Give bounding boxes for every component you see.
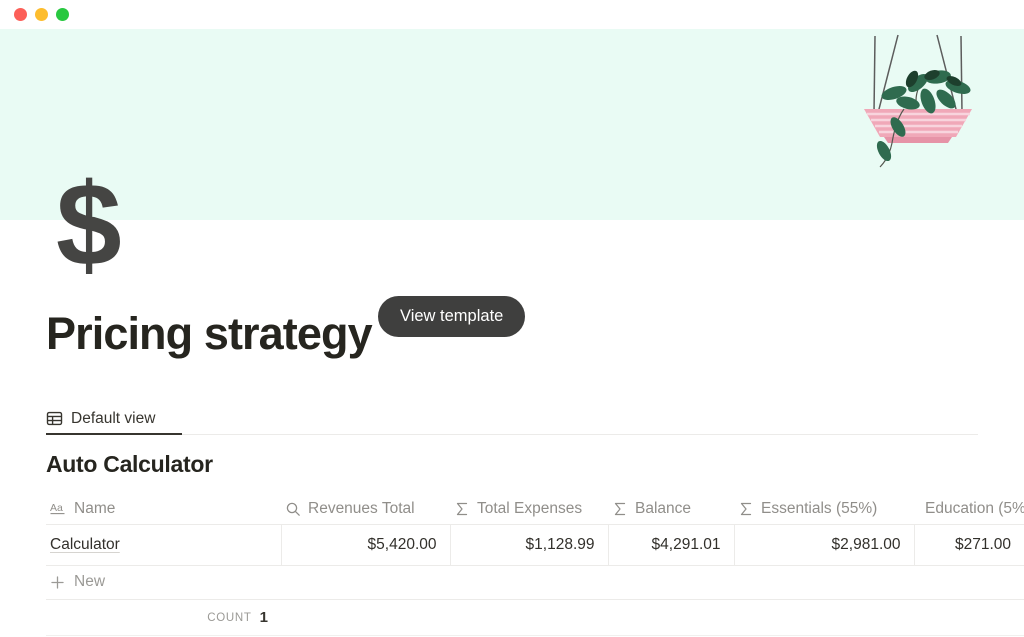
sigma-icon: [740, 502, 752, 515]
hanging-plant-illustration: [864, 34, 972, 168]
table-header-row: Aa Name Revenues Total Total Expenses Ba…: [46, 493, 1024, 525]
cell-education[interactable]: $271.00: [914, 524, 1024, 566]
column-header-name-label: Name: [74, 499, 116, 517]
cell-balance[interactable]: $4,291.01: [608, 524, 735, 566]
column-header-balance-label: Balance: [635, 499, 692, 517]
text-aa-icon: Aa: [50, 502, 65, 515]
page-title: Pricing strategy: [46, 308, 373, 359]
cell-essentials[interactable]: $2,981.00: [734, 524, 915, 566]
svg-text:Aa: Aa: [50, 502, 63, 514]
tab-active-indicator: [46, 433, 182, 435]
close-window-button[interactable]: [14, 8, 27, 21]
column-header-essentials[interactable]: Essentials (55%): [734, 493, 914, 525]
column-header-balance[interactable]: Balance: [608, 493, 734, 525]
page-icon-dollar: $: [56, 159, 122, 291]
tab-bar-divider: [46, 434, 978, 435]
maximize-window-button[interactable]: [56, 8, 69, 21]
sigma-icon: [456, 502, 468, 515]
column-header-revenues-total-label: Revenues Total: [308, 499, 415, 517]
view-template-button[interactable]: View template: [378, 296, 526, 337]
minimize-window-button[interactable]: [35, 8, 48, 21]
database-table: Aa Name Revenues Total Total Expenses Ba…: [46, 493, 1024, 566]
column-header-education[interactable]: Education (5%): [914, 493, 1024, 525]
count-value: 1: [259, 609, 268, 626]
window-controls: [14, 8, 69, 21]
table-row[interactable]: Calculator $5,420.00 $1,128.99 $4,291.01…: [46, 524, 1024, 566]
search-icon: [286, 502, 300, 516]
column-header-essentials-label: Essentials (55%): [761, 499, 878, 517]
cell-name[interactable]: Calculator: [46, 524, 282, 566]
window-title-bar: [0, 0, 1024, 29]
view-tab-bar: Default view: [46, 403, 978, 435]
table-grid-icon: [46, 411, 63, 426]
row-title-link[interactable]: Calculator: [50, 536, 120, 553]
tab-default-view[interactable]: Default view: [46, 403, 161, 434]
new-row-button[interactable]: New: [46, 565, 1024, 600]
column-header-total-expenses[interactable]: Total Expenses: [450, 493, 608, 525]
table-footer-row: Count 1: [46, 600, 1024, 636]
count-label: Count: [207, 611, 252, 624]
sigma-icon: [614, 502, 626, 515]
count-summary[interactable]: Count 1: [46, 609, 281, 626]
column-header-education-label: Education (5%): [925, 499, 1024, 517]
database-block: Auto Calculator Aa Name Revenues Total T…: [46, 450, 1024, 636]
app-window: $ Pricing strategy View template Default…: [0, 0, 1024, 637]
plus-icon: [51, 575, 64, 589]
column-header-name[interactable]: Aa Name: [46, 493, 281, 525]
new-row-label: New: [74, 573, 106, 590]
cell-revenues-total[interactable]: $5,420.00: [281, 524, 451, 566]
database-title: Auto Calculator: [46, 451, 213, 477]
column-header-revenues-total[interactable]: Revenues Total: [281, 493, 450, 525]
cell-total-expenses[interactable]: $1,128.99: [450, 524, 609, 566]
page-cover-banner: [0, 29, 1024, 220]
column-header-total-expenses-label: Total Expenses: [477, 499, 583, 517]
tab-default-view-label: Default view: [71, 409, 156, 427]
